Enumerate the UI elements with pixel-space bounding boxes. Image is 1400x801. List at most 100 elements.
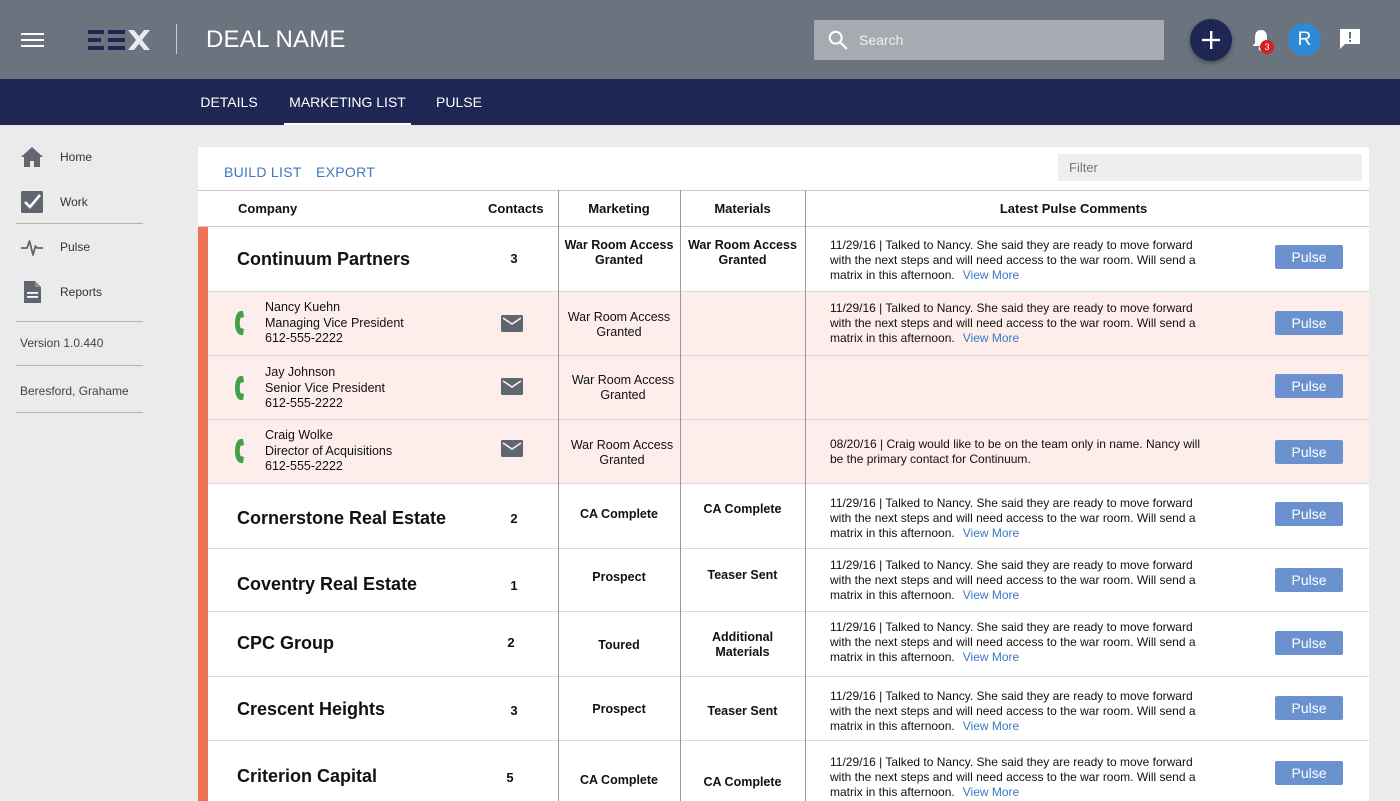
company-name[interactable]: Cornerstone Real Estate xyxy=(237,508,446,529)
search-input[interactable] xyxy=(859,32,1149,48)
home-icon xyxy=(21,147,43,167)
contact-row[interactable]: Craig Wolke Director of Acquisitions 612-5… xyxy=(198,420,1369,483)
mail-icon[interactable] xyxy=(501,315,523,332)
menu-icon[interactable] xyxy=(21,33,44,47)
add-button[interactable] xyxy=(1190,19,1232,61)
pulse-button[interactable]: Pulse xyxy=(1275,245,1343,269)
sidebar-item-work[interactable]: Work xyxy=(0,182,170,222)
view-more-link[interactable]: View More xyxy=(963,268,1019,282)
table-row[interactable]: Cornerstone Real Estate 2 CA Complete CA… xyxy=(198,484,1369,548)
sidebar-divider xyxy=(16,321,143,322)
contacts-count: 3 xyxy=(510,251,518,266)
pulse-icon xyxy=(21,240,43,256)
column-header-contacts: Contacts xyxy=(488,201,544,216)
logo-divider xyxy=(176,24,177,54)
avatar[interactable]: R xyxy=(1288,23,1321,56)
company-name[interactable]: Continuum Partners xyxy=(237,249,410,270)
pulse-button[interactable]: Pulse xyxy=(1275,502,1343,526)
pulse-comment: 11/29/16 | Talked to Nancy. She said the… xyxy=(830,755,1196,799)
contact-row[interactable]: Nancy Kuehn Managing Vice President 612-55… xyxy=(198,292,1369,355)
marketing-status: War Room Access Granted xyxy=(570,438,674,467)
notification-badge: 3 xyxy=(1260,40,1274,54)
phone-icon[interactable] xyxy=(234,374,250,402)
table-row[interactable]: Criterion Capital 5 CA Complete CA Compl… xyxy=(198,741,1369,801)
filter-input[interactable] xyxy=(1058,154,1362,181)
company-name[interactable]: Coventry Real Estate xyxy=(237,574,417,595)
view-more-link[interactable]: View More xyxy=(963,331,1019,345)
document-icon xyxy=(24,281,41,303)
pulse-comment: 11/29/16 | Talked to Nancy. She said the… xyxy=(830,620,1196,664)
marketing-status: Prospect xyxy=(592,702,646,716)
company-accent-bar xyxy=(198,227,208,801)
tab-bar: DETAILS MARKETING LIST PULSE xyxy=(0,79,1400,125)
search-box[interactable] xyxy=(814,20,1164,60)
pulse-comment: 11/29/16 | Talked to Nancy. She said the… xyxy=(830,496,1196,540)
contacts-count: 2 xyxy=(510,511,518,526)
view-more-link[interactable]: View More xyxy=(963,526,1019,540)
contact-phone: 612-555-2222 xyxy=(265,459,343,473)
feedback-icon[interactable] xyxy=(1338,27,1362,51)
company-name[interactable]: Criterion Capital xyxy=(237,766,377,787)
sidebar-item-label: Reports xyxy=(60,285,103,299)
marketing-status: CA Complete xyxy=(579,773,658,787)
pulse-button[interactable]: Pulse xyxy=(1275,374,1343,398)
view-more-link[interactable]: View More xyxy=(963,719,1019,733)
marketing-status: Toured xyxy=(598,638,640,652)
pulse-button[interactable]: Pulse xyxy=(1275,761,1343,785)
contact-details: Nancy Kuehn Managing Vice President 612-55… xyxy=(265,300,404,347)
esx-logo xyxy=(88,30,150,50)
sidebar-item-home[interactable]: Home xyxy=(0,137,170,177)
sidebar: Home Work Pulse Reports Version 1.0.440 … xyxy=(0,125,170,801)
company-name[interactable]: Crescent Heights xyxy=(237,699,385,720)
contacts-count: 1 xyxy=(510,578,518,593)
top-app-bar: DEAL NAME 3 R xyxy=(0,0,1400,79)
view-more-link[interactable]: View More xyxy=(963,650,1019,664)
contact-name: Nancy Kuehn xyxy=(265,300,341,314)
contact-name: Craig Wolke xyxy=(265,428,333,442)
pulse-button[interactable]: Pulse xyxy=(1275,631,1343,655)
sidebar-item-label: Home xyxy=(60,150,93,164)
sidebar-item-reports[interactable]: Reports xyxy=(0,272,170,312)
marketing-list-panel: BUILD LIST EXPORT Company Contacts Marke… xyxy=(198,147,1369,801)
contacts-count: 3 xyxy=(510,703,518,718)
pulse-button[interactable]: Pulse xyxy=(1275,440,1343,464)
tab-details[interactable]: DETAILS xyxy=(190,79,268,125)
tab-pulse[interactable]: PULSE xyxy=(426,79,492,125)
phone-icon[interactable] xyxy=(234,437,250,465)
materials-status: War Room Access Granted xyxy=(688,238,797,267)
contact-details: Craig Wolke Director of Acquisitions 612-5… xyxy=(265,428,392,475)
sidebar-item-pulse[interactable]: Pulse xyxy=(0,227,170,267)
pulse-button[interactable]: Pulse xyxy=(1275,311,1343,335)
view-more-link[interactable]: View More xyxy=(963,588,1019,602)
marketing-status: War Room Access Granted xyxy=(564,238,674,267)
pulse-comment: 11/29/16 | Talked to Nancy. She said the… xyxy=(830,689,1196,733)
deal-title: DEAL NAME xyxy=(206,26,346,53)
table-top-border xyxy=(198,190,1369,191)
build-list-link[interactable]: BUILD LIST xyxy=(224,164,302,180)
pulse-comment: 11/29/16 | Talked to Nancy. She said the… xyxy=(830,558,1196,602)
contact-title: Senior Vice President xyxy=(265,380,385,395)
tab-marketing-list[interactable]: MARKETING LIST xyxy=(284,79,411,125)
mail-icon[interactable] xyxy=(501,378,523,395)
mail-icon[interactable] xyxy=(501,440,523,457)
contact-title: Director of Acquisitions xyxy=(265,443,393,458)
column-header-marketing: Marketing xyxy=(588,201,650,216)
column-divider xyxy=(558,190,559,801)
contact-row[interactable]: Jay Johnson Senior Vice President 612-555-… xyxy=(198,356,1369,419)
company-name[interactable]: CPC Group xyxy=(237,633,334,654)
materials-status: Additional Materials xyxy=(711,630,774,659)
export-link[interactable]: EXPORT xyxy=(316,164,375,180)
pulse-button[interactable]: Pulse xyxy=(1275,696,1343,720)
column-divider xyxy=(680,190,681,801)
marketing-status: War Room Access Granted xyxy=(571,373,675,402)
pulse-button[interactable]: Pulse xyxy=(1275,568,1343,592)
pulse-comment: 08/20/16 | Craig would like to be on the… xyxy=(830,437,1200,466)
table-row[interactable]: Continuum Partners 3 War Room Access Gran… xyxy=(198,227,1369,291)
sidebar-item-label: Pulse xyxy=(60,240,91,254)
table-row[interactable]: Coventry Real Estate 1 Prospect Teaser S… xyxy=(198,549,1369,611)
view-more-link[interactable]: View More xyxy=(963,785,1019,799)
table-row[interactable]: CPC Group 2 Toured Additional Materials 1… xyxy=(198,612,1369,676)
table-row[interactable]: Crescent Heights 3 Prospect Teaser Sent … xyxy=(198,677,1369,740)
phone-icon[interactable] xyxy=(234,309,250,337)
column-header-company: Company xyxy=(238,201,298,216)
